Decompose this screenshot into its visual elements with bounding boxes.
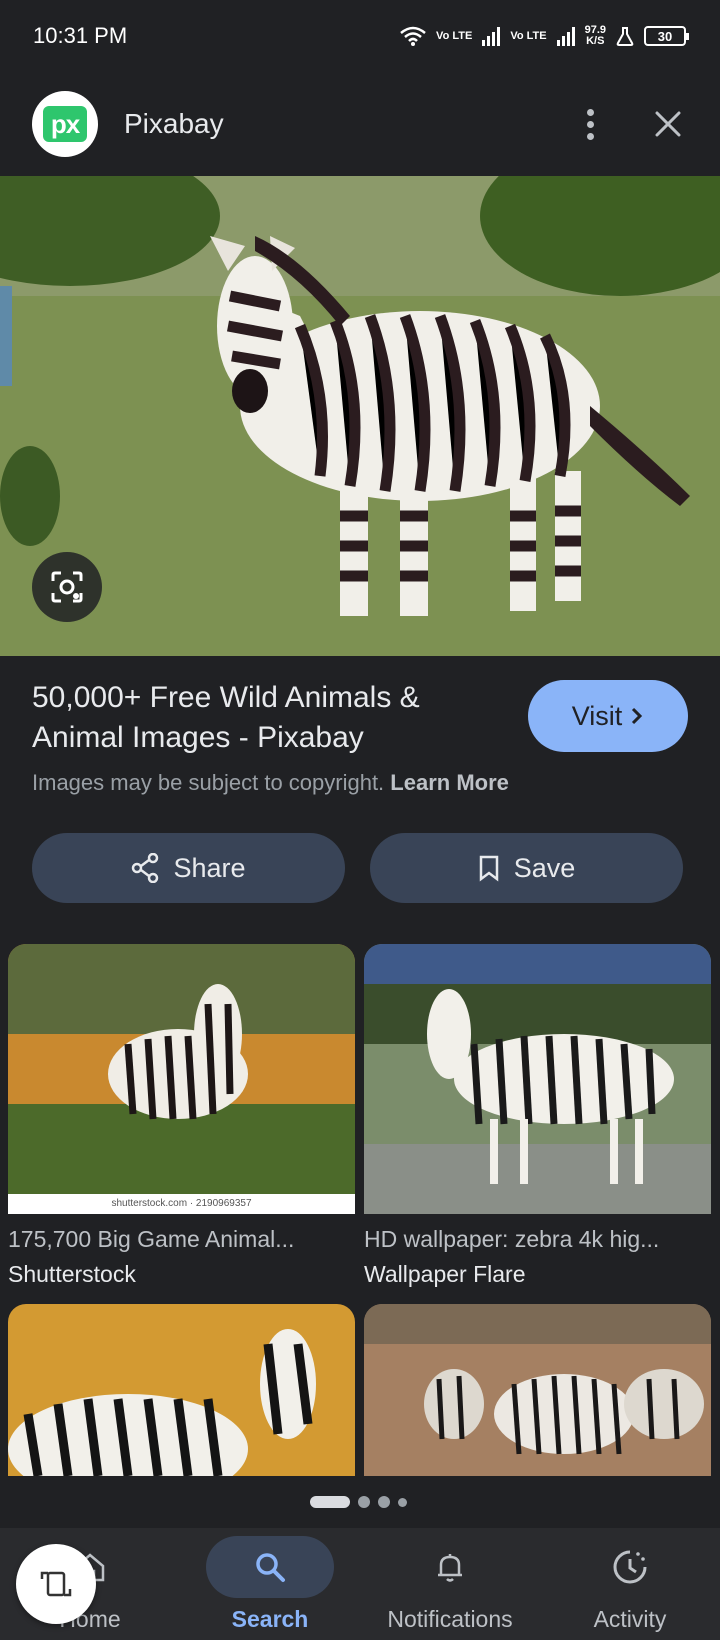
lens-icon <box>51 571 83 603</box>
nav-icon-container <box>386 1536 514 1598</box>
copyright-notice: Images may be subject to copyright. Lear… <box>32 770 509 796</box>
related-card[interactable] <box>8 1304 355 1476</box>
nav-icon-container <box>566 1536 694 1598</box>
thumbnail-watermark: shutterstock.com · 2190969357 <box>8 1194 355 1214</box>
zebra-thumbnail <box>364 944 711 1214</box>
status-bar: 10:31 PM Vo LTE Vo LTE 97.9 K/S 30 <box>0 0 720 72</box>
related-thumbnail[interactable] <box>364 1304 711 1476</box>
close-icon <box>655 111 681 137</box>
copyright-text: Images may be subject to copyright. <box>32 770 385 795</box>
related-thumbnail[interactable]: shutterstock.com · 2190969357 <box>8 944 355 1214</box>
zebra-photo <box>0 176 720 656</box>
save-label: Save <box>513 852 576 883</box>
signal-icon-2 <box>556 26 575 46</box>
more-options-icon[interactable] <box>570 104 610 144</box>
wifi-icon <box>400 26 426 46</box>
nav-icon-container <box>206 1536 334 1598</box>
history-icon <box>613 1550 647 1584</box>
status-icons: Vo LTE Vo LTE 97.9 K/S 30 <box>400 25 689 47</box>
volte-badge-1: Vo LTE <box>436 30 473 42</box>
related-title[interactable]: HD wallpaper: zebra 4k hig... <box>364 1226 711 1253</box>
related-card[interactable]: shutterstock.com · 2190969357 175,700 Bi… <box>8 944 355 1288</box>
visit-button[interactable]: Visit <box>528 680 688 752</box>
related-thumbnail[interactable] <box>8 1304 355 1476</box>
flask-icon <box>616 27 634 46</box>
chevron-right-icon <box>632 707 643 725</box>
share-label: Share <box>173 852 246 883</box>
nav-label: Notifications <box>387 1606 513 1632</box>
nav-notifications[interactable]: Notifications <box>360 1528 540 1640</box>
rotate-screen-button[interactable] <box>16 1544 96 1624</box>
site-name[interactable]: Pixabay <box>124 108 570 140</box>
related-title[interactable]: 175,700 Big Game Animal... <box>8 1226 355 1253</box>
visit-label: Visit <box>571 700 623 731</box>
zebra-thumbnail <box>364 1304 711 1476</box>
page-dot <box>398 1497 407 1507</box>
share-button[interactable]: Share <box>32 833 345 903</box>
volte-badge-2: Vo LTE <box>510 30 547 42</box>
page-dot-active <box>310 1496 350 1508</box>
zebra-thumbnail <box>8 1304 355 1476</box>
result-title[interactable]: 50,000+ Free Wild Animals & Animal Image… <box>32 678 502 758</box>
related-source[interactable]: Shutterstock <box>8 1261 355 1288</box>
page-dot <box>358 1496 370 1508</box>
close-button[interactable] <box>648 104 688 144</box>
bottom-navigation: Home Search Notifications Activity <box>0 1528 720 1640</box>
nav-label: Search <box>231 1606 309 1632</box>
lens-search-button[interactable] <box>32 552 102 622</box>
save-button[interactable]: Save <box>370 833 683 903</box>
signal-icon-1 <box>482 26 501 46</box>
status-time: 10:31 PM <box>33 23 128 48</box>
network-speed-unit: K/S <box>586 35 605 47</box>
related-source[interactable]: Wallpaper Flare <box>364 1261 711 1288</box>
network-speed: 97.9 K/S <box>585 25 606 47</box>
page-dot <box>378 1496 390 1508</box>
site-logo[interactable]: px <box>32 91 98 157</box>
share-icon <box>132 853 159 883</box>
pixabay-logo-icon: px <box>43 106 87 142</box>
screen-rotate-icon <box>40 1571 72 1597</box>
learn-more-link[interactable]: Learn More <box>390 770 509 795</box>
related-card[interactable] <box>364 1304 711 1476</box>
search-icon <box>256 1553 285 1582</box>
related-card[interactable]: HD wallpaper: zebra 4k hig... Wallpaper … <box>364 944 711 1288</box>
nav-activity[interactable]: Activity <box>540 1528 720 1640</box>
related-thumbnail[interactable] <box>364 944 711 1214</box>
page-indicator <box>310 1496 407 1508</box>
zebra-thumbnail <box>8 944 355 1214</box>
nav-search[interactable]: Search <box>180 1528 360 1640</box>
bell-icon <box>438 1554 462 1582</box>
nav-label: Activity <box>593 1606 667 1632</box>
bookmark-icon <box>479 855 498 882</box>
battery-icon: 30 <box>644 26 689 46</box>
viewer-header: px Pixabay <box>0 72 720 176</box>
main-image[interactable] <box>0 176 720 656</box>
